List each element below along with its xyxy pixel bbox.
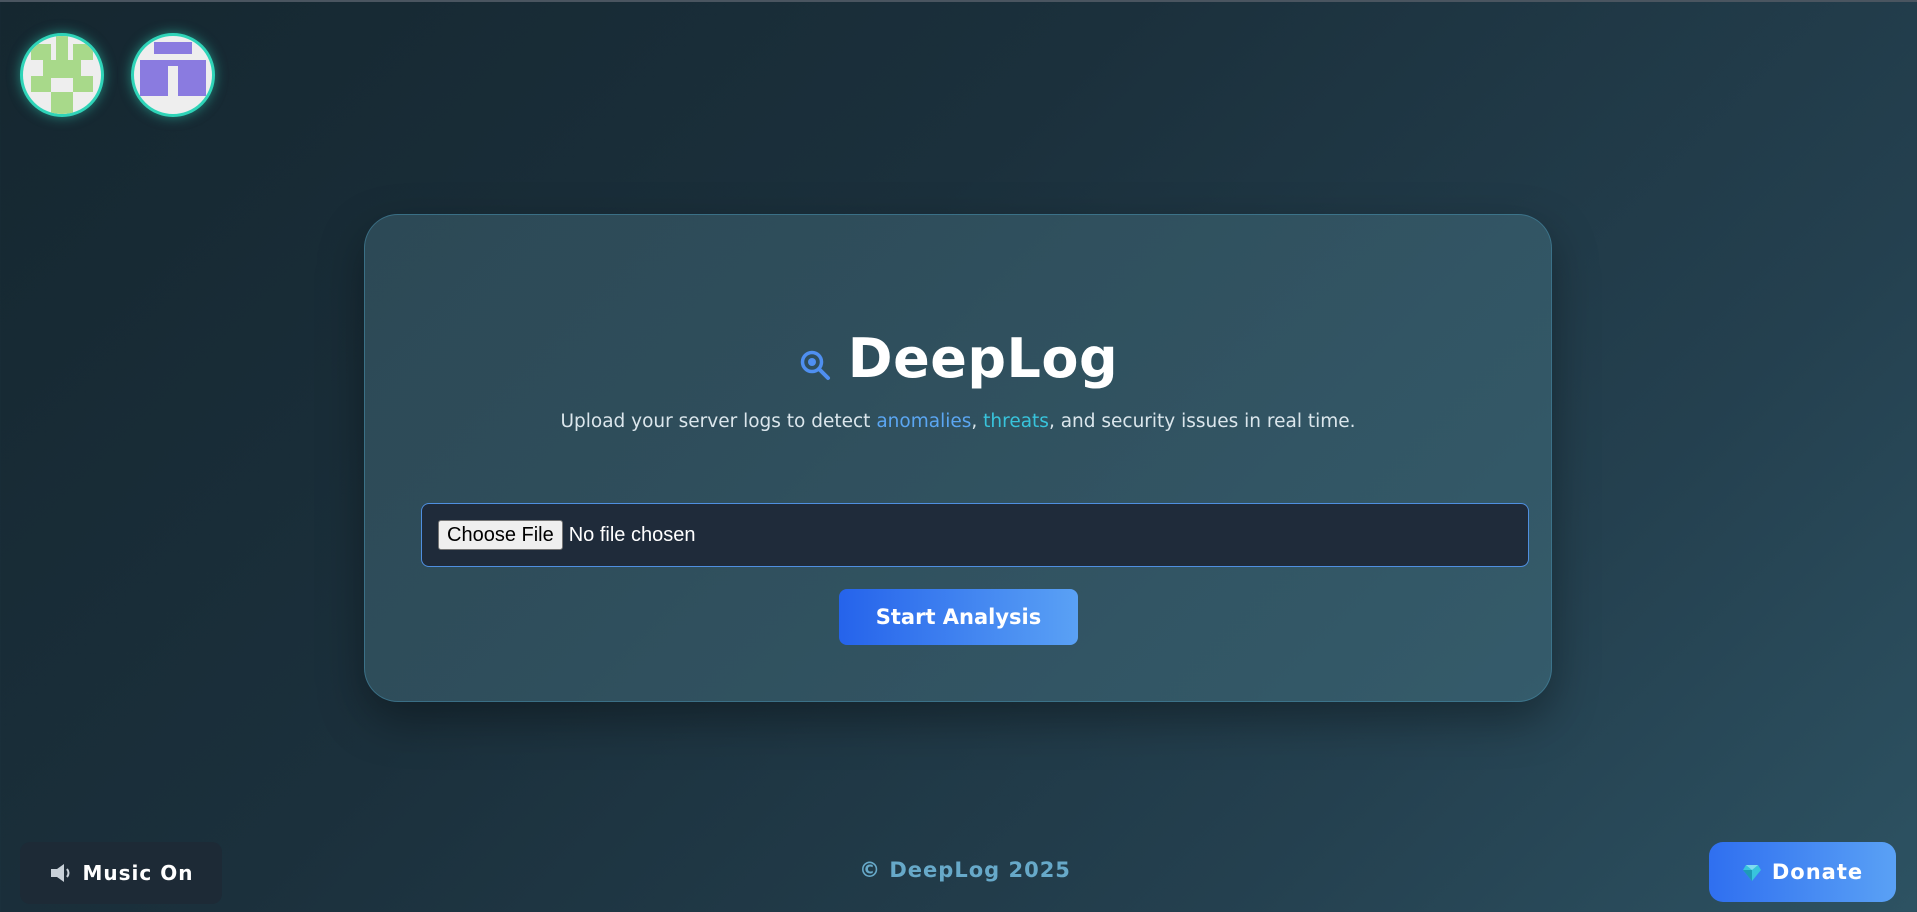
donate-button[interactable]: Donate: [1709, 842, 1896, 902]
gem-icon: [1742, 865, 1761, 881]
upload-card: DeepLog Upload your server logs to detec…: [364, 214, 1552, 702]
start-analysis-button[interactable]: Start Analysis: [839, 589, 1078, 645]
identicon-avatar-2[interactable]: [131, 33, 215, 117]
footer-copyright: © DeepLog 2025: [859, 858, 1071, 882]
highlight-threats: threats: [983, 411, 1049, 432]
title-row: DeepLog: [365, 323, 1551, 393]
identicon-pattern-1: [31, 36, 93, 114]
file-input[interactable]: Choose File No file chosen: [421, 503, 1529, 567]
window-top-border: [0, 0, 1917, 2]
subtitle-separator: ,: [971, 411, 984, 432]
file-status-text: No file chosen: [568, 523, 696, 546]
magnifier-icon: [800, 350, 830, 380]
donate-label: Donate: [1771, 860, 1864, 884]
page-subtitle: Upload your server logs to detect anomal…: [365, 411, 1551, 432]
choose-file-button[interactable]: Choose File: [438, 520, 563, 550]
subtitle-text-start: Upload your server logs to detect: [560, 411, 877, 432]
page-title: DeepLog: [847, 326, 1119, 390]
identicon-pattern-2: [140, 42, 206, 96]
subtitle-text-end: , and security issues in real time.: [1048, 411, 1356, 432]
highlight-anomalies: anomalies: [876, 411, 972, 432]
identicon-avatar-1[interactable]: [20, 33, 104, 117]
